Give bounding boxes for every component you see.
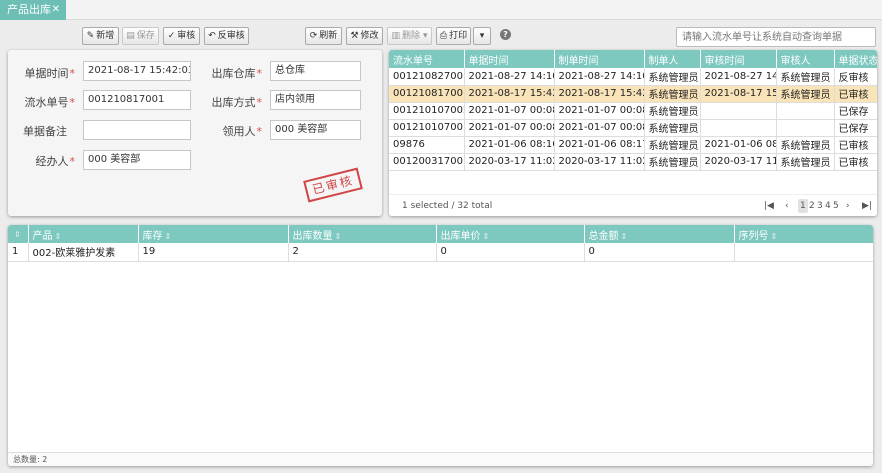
undo-icon: ↶ bbox=[208, 31, 216, 41]
edit-icon: ✎ bbox=[86, 31, 95, 41]
warehouse-label: 出库仓库* bbox=[211, 67, 263, 80]
order-table: 流水单号 单据时间 制单时间 制单人 审核时间 审核人 单据状态 0012108… bbox=[389, 50, 877, 171]
tab-bar: 产品出库 ✕ bbox=[0, 0, 882, 20]
col-index[interactable]: ⇕ bbox=[8, 225, 29, 243]
table-row[interactable]: 1 002-欧莱雅护发素 19 2 0 0 bbox=[8, 243, 873, 262]
save-icon: ▤ bbox=[126, 31, 135, 41]
selection-info: 1 selected / 32 total bbox=[402, 201, 493, 211]
col-created[interactable]: 制单时间 bbox=[554, 50, 645, 68]
save-button[interactable]: ▤ 保存 bbox=[122, 27, 159, 45]
refresh-button[interactable]: ⟳ 刷新 bbox=[305, 27, 342, 45]
detail-panel: ⇕ 产品 ⇕ 库存 ⇕ 出库数量 ⇕ 出库单价 ⇕ 总金额 ⇕ 序列号 ⇕ 1 002-欧莱… bbox=[8, 225, 873, 466]
table-row[interactable]: 001210827001 2021-08-27 14:10:42 2021-08… bbox=[389, 68, 877, 86]
table-row[interactable]: 001210107001 2021-01-07 00:08:13 2021-01… bbox=[389, 119, 877, 137]
close-icon[interactable]: ✕ bbox=[52, 0, 60, 20]
page-2[interactable]: 2 bbox=[809, 199, 815, 213]
col-price[interactable]: 出库单价 ⇕ bbox=[436, 225, 585, 243]
col-qty[interactable]: 出库数量 ⇕ bbox=[288, 225, 437, 243]
table-row-selected[interactable]: 001210817001 2021-08-17 15:42:03 2021-08… bbox=[389, 85, 877, 103]
handler-label: 经办人* bbox=[35, 155, 76, 168]
col-status[interactable]: 单据状态 bbox=[834, 50, 877, 68]
refresh-icon: ⟳ bbox=[309, 31, 318, 41]
page-1[interactable]: 1 bbox=[798, 199, 808, 213]
print-dropdown-button[interactable]: ▾ bbox=[473, 27, 491, 45]
add-button[interactable]: ✎ 新增 bbox=[82, 27, 119, 45]
date-label: 单据时间* bbox=[24, 67, 76, 80]
table-row[interactable]: 001200317001 2020-03-17 11:02:13 2020-03… bbox=[389, 153, 877, 171]
serial-field[interactable]: 001210817001 bbox=[83, 90, 191, 110]
col-serial-no[interactable]: 序列号 ⇕ bbox=[734, 225, 873, 243]
help-icon[interactable]: ? bbox=[500, 29, 511, 40]
order-list-panel: 流水单号 单据时间 制单时间 制单人 审核时间 审核人 单据状态 0012108… bbox=[389, 50, 877, 216]
serial-label: 流水单号* bbox=[24, 96, 76, 109]
table-row[interactable]: 001210107002 2021-01-07 00:08:21 2021-01… bbox=[389, 102, 877, 120]
total-quantity: 总数量: 2 bbox=[8, 452, 873, 466]
pagination: 1 selected / 32 total |◀ ‹ 1 2 3 4 5 › ▶… bbox=[389, 194, 877, 216]
sort-icon: ⇕ bbox=[620, 231, 628, 241]
remark-field[interactable] bbox=[83, 120, 191, 140]
table-row[interactable]: 09876 2021-01-06 08:16:54 2021-01-06 08:… bbox=[389, 136, 877, 154]
tab-product-outbound[interactable]: 产品出库 ✕ bbox=[0, 0, 66, 20]
toolbar: ✎ 新增 ▤ 保存 ✓ 审核 ↶ 反审核 ⟳ 刷新 ⚒ 修改 ▥ 删除 ▾ ⎙ 打印 ▾ ? bbox=[0, 27, 882, 47]
detail-table-header: ⇕ 产品 ⇕ 库存 ⇕ 出库数量 ⇕ 出库单价 ⇕ 总金额 ⇕ 序列号 ⇕ bbox=[8, 225, 873, 243]
page-3[interactable]: 3 bbox=[817, 199, 823, 213]
col-total[interactable]: 总金额 ⇕ bbox=[584, 225, 735, 243]
warehouse-field[interactable]: 总仓库 bbox=[270, 61, 361, 81]
receiver-field[interactable]: 000 美容部 bbox=[270, 120, 361, 140]
col-audit-time[interactable]: 审核时间 bbox=[700, 50, 777, 68]
col-product[interactable]: 产品 ⇕ bbox=[28, 225, 139, 243]
method-field[interactable]: 店内领用 bbox=[270, 90, 361, 110]
prev-page-icon[interactable]: ‹ bbox=[785, 199, 789, 213]
page-4[interactable]: 4 bbox=[825, 199, 831, 213]
audited-stamp: 已审核 bbox=[303, 167, 363, 203]
next-page-icon[interactable]: › bbox=[846, 199, 850, 213]
detail-table: ⇕ 产品 ⇕ 库存 ⇕ 出库数量 ⇕ 出库单价 ⇕ 总金额 ⇕ 序列号 ⇕ 1 002-欧莱… bbox=[8, 225, 873, 262]
date-field[interactable]: 2021-08-17 15:42:03 bbox=[83, 61, 191, 81]
sort-icon: ⇕ bbox=[54, 231, 62, 241]
chevron-down-icon: ▾ bbox=[422, 31, 428, 41]
handler-field[interactable]: 000 美容部 bbox=[83, 150, 191, 170]
print-button[interactable]: ⎙ 打印 bbox=[436, 27, 471, 45]
order-form-panel: 单据时间* 2021-08-17 15:42:03 流水单号* 00121081… bbox=[8, 50, 382, 216]
col-stock[interactable]: 库存 ⇕ bbox=[138, 225, 289, 243]
trash-icon: ▥ bbox=[391, 31, 401, 41]
col-serial[interactable]: 流水单号 bbox=[389, 50, 465, 68]
page-5[interactable]: 5 bbox=[833, 199, 839, 213]
wrench-icon: ⚒ bbox=[350, 31, 359, 41]
sort-icon: ⇕ bbox=[164, 231, 172, 241]
unaudit-button[interactable]: ↶ 反审核 bbox=[204, 27, 249, 45]
col-creator[interactable]: 制单人 bbox=[644, 50, 701, 68]
chevron-down-icon: ▾ bbox=[479, 31, 485, 41]
delete-button[interactable]: ▥ 删除 ▾ bbox=[387, 27, 432, 45]
sort-icon: ⇕ bbox=[334, 231, 342, 241]
first-page-icon[interactable]: |◀ bbox=[764, 199, 774, 213]
printer-icon: ⎙ bbox=[439, 31, 448, 41]
remark-label: 单据备注 bbox=[23, 125, 67, 138]
order-table-header: 流水单号 单据时间 制单时间 制单人 审核时间 审核人 单据状态 bbox=[389, 50, 877, 68]
col-date[interactable]: 单据时间 bbox=[464, 50, 555, 68]
check-icon: ✓ bbox=[167, 31, 176, 41]
sort-icon: ⇕ bbox=[770, 231, 778, 241]
last-page-icon[interactable]: ▶| bbox=[862, 199, 872, 213]
search-input[interactable] bbox=[676, 27, 876, 47]
col-auditor[interactable]: 审核人 bbox=[776, 50, 835, 68]
receiver-label: 领用人* bbox=[222, 125, 263, 138]
sort-icon: ⇕ bbox=[482, 231, 490, 241]
audit-button[interactable]: ✓ 审核 bbox=[163, 27, 200, 45]
method-label: 出库方式* bbox=[211, 96, 263, 109]
sort-icon: ⇕ bbox=[14, 229, 21, 239]
modify-button[interactable]: ⚒ 修改 bbox=[346, 27, 383, 45]
tab-label: 产品出库 bbox=[7, 3, 51, 16]
